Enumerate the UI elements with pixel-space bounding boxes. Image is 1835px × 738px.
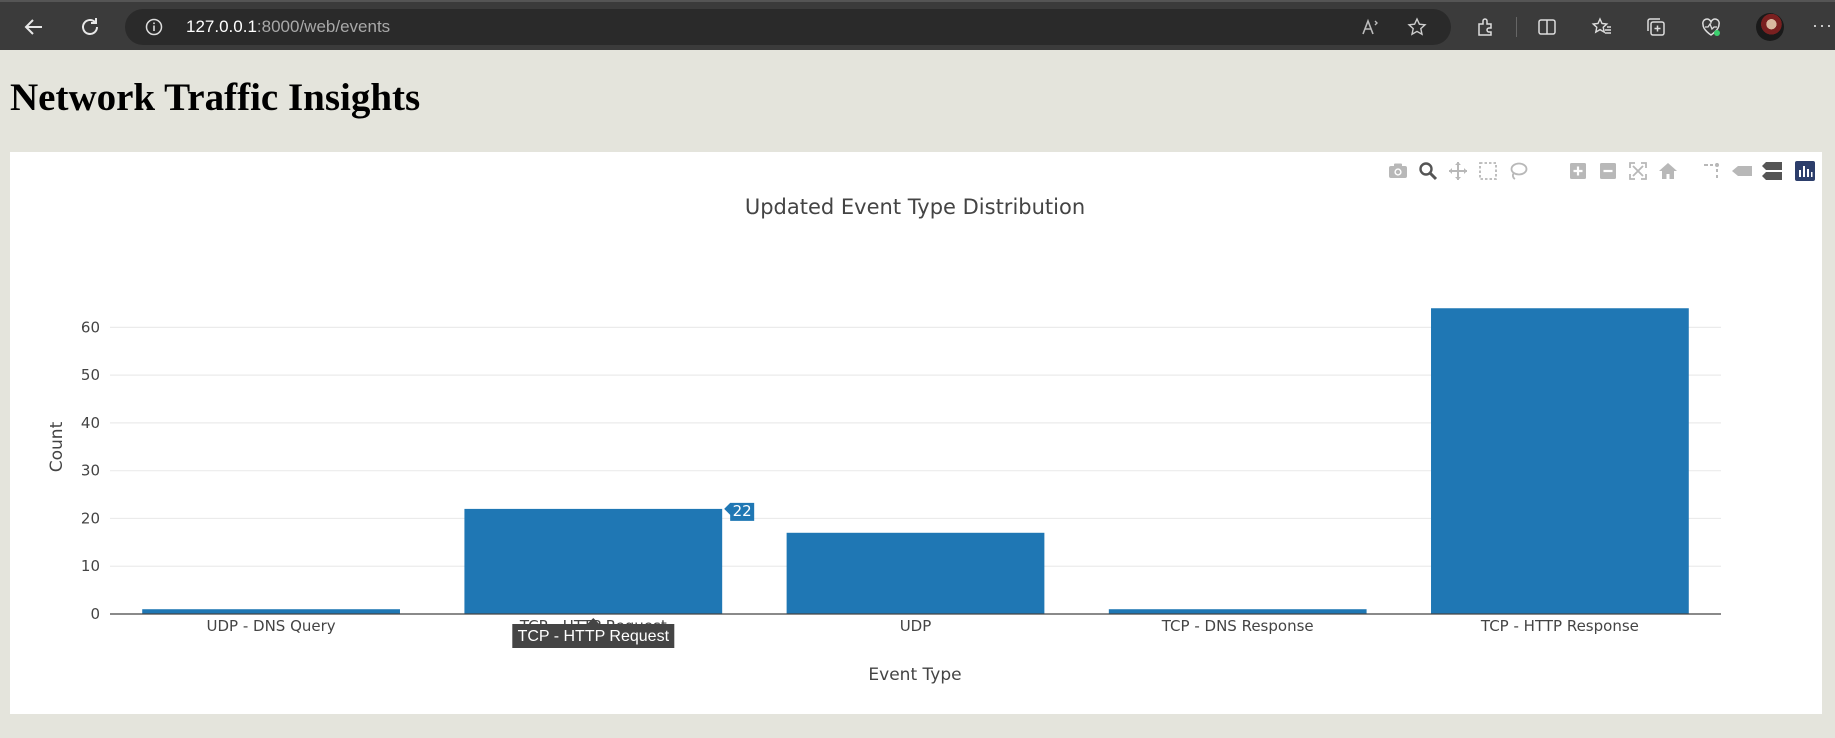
read-aloud-icon[interactable] xyxy=(1359,16,1381,38)
bar[interactable] xyxy=(142,609,400,614)
bar[interactable] xyxy=(1431,308,1689,614)
y-tick-label: 20 xyxy=(81,509,100,527)
bars xyxy=(142,308,1689,614)
box-select-icon[interactable] xyxy=(1477,160,1499,182)
x-tick-label: UDP xyxy=(900,617,932,635)
hover-value-label: 22 xyxy=(733,502,752,520)
site-info-icon[interactable] xyxy=(145,18,163,36)
hover-compare-icon[interactable] xyxy=(1761,160,1783,182)
toolbar-divider xyxy=(1516,17,1517,37)
x-tick-label: UDP - DNS Query xyxy=(207,617,336,635)
page-title: Network Traffic Insights xyxy=(10,76,421,119)
camera-icon[interactable] xyxy=(1387,160,1409,182)
y-tick-label: 0 xyxy=(90,605,100,623)
hover-category-label: TCP - HTTP Request xyxy=(518,628,670,645)
y-axis-title: Count xyxy=(47,421,67,472)
y-tick-label: 40 xyxy=(81,414,100,432)
plotly-modebar xyxy=(10,160,1822,184)
back-icon[interactable] xyxy=(17,10,51,44)
reset-axes-icon[interactable] xyxy=(1657,160,1679,182)
bar[interactable] xyxy=(786,532,1045,614)
collections-icon[interactable] xyxy=(1643,14,1669,40)
hover-closest-icon[interactable] xyxy=(1731,160,1753,182)
autoscale-icon[interactable] xyxy=(1627,160,1649,182)
x-tick-label: TCP - DNS Response xyxy=(1161,617,1314,635)
chart-title: Updated Event Type Distribution xyxy=(745,195,1085,219)
url-path: :8000/web/events xyxy=(256,17,391,36)
address-bar[interactable]: 127.0.0.1:8000/web/events xyxy=(125,9,1451,45)
y-tick-label: 30 xyxy=(81,462,100,480)
plotly-logo-icon[interactable] xyxy=(1794,160,1816,182)
zoom-out-icon[interactable] xyxy=(1597,160,1619,182)
y-tick-label: 50 xyxy=(81,366,100,384)
y-tick-labels: 0 10 20 30 40 50 60 xyxy=(81,318,100,623)
x-axis-title: Event Type xyxy=(868,665,961,685)
url-host: 127.0.0.1 xyxy=(186,17,257,36)
favorites-icon[interactable] xyxy=(1589,14,1615,40)
x-tick-label: TCP - HTTP Response xyxy=(1480,617,1639,635)
split-screen-icon[interactable] xyxy=(1534,14,1560,40)
bar-chart[interactable]: 0102030405060 UDP - DNS QueryTCP - HTTP … xyxy=(10,152,1822,714)
spike-lines-icon[interactable] xyxy=(1701,160,1723,182)
browser-toolbar: 127.0.0.1:8000/web/events ··· xyxy=(0,0,1835,50)
plot-container[interactable]: 0102030405060 UDP - DNS QueryTCP - HTTP … xyxy=(10,152,1822,714)
lasso-select-icon[interactable] xyxy=(1507,160,1529,182)
y-tick-label: 60 xyxy=(81,318,100,336)
x-tick-labels: UDP - DNS QueryTCP - HTTP RequestUDPTCP … xyxy=(207,617,1639,635)
pan-icon[interactable] xyxy=(1447,160,1469,182)
extensions-icon[interactable] xyxy=(1473,14,1499,40)
url-text[interactable]: 127.0.0.1:8000/web/events xyxy=(186,17,390,37)
bar[interactable] xyxy=(1108,609,1367,614)
favorite-star-icon[interactable] xyxy=(1406,16,1428,38)
zoom-icon[interactable] xyxy=(1417,160,1439,182)
y-tick-label: 10 xyxy=(81,557,100,575)
refresh-icon[interactable] xyxy=(73,10,107,44)
profile-avatar[interactable] xyxy=(1756,13,1784,41)
more-icon[interactable]: ··· xyxy=(1812,15,1833,36)
zoom-in-icon[interactable] xyxy=(1567,160,1589,182)
browser-essentials-icon[interactable] xyxy=(1698,14,1724,40)
bar[interactable] xyxy=(464,508,723,614)
